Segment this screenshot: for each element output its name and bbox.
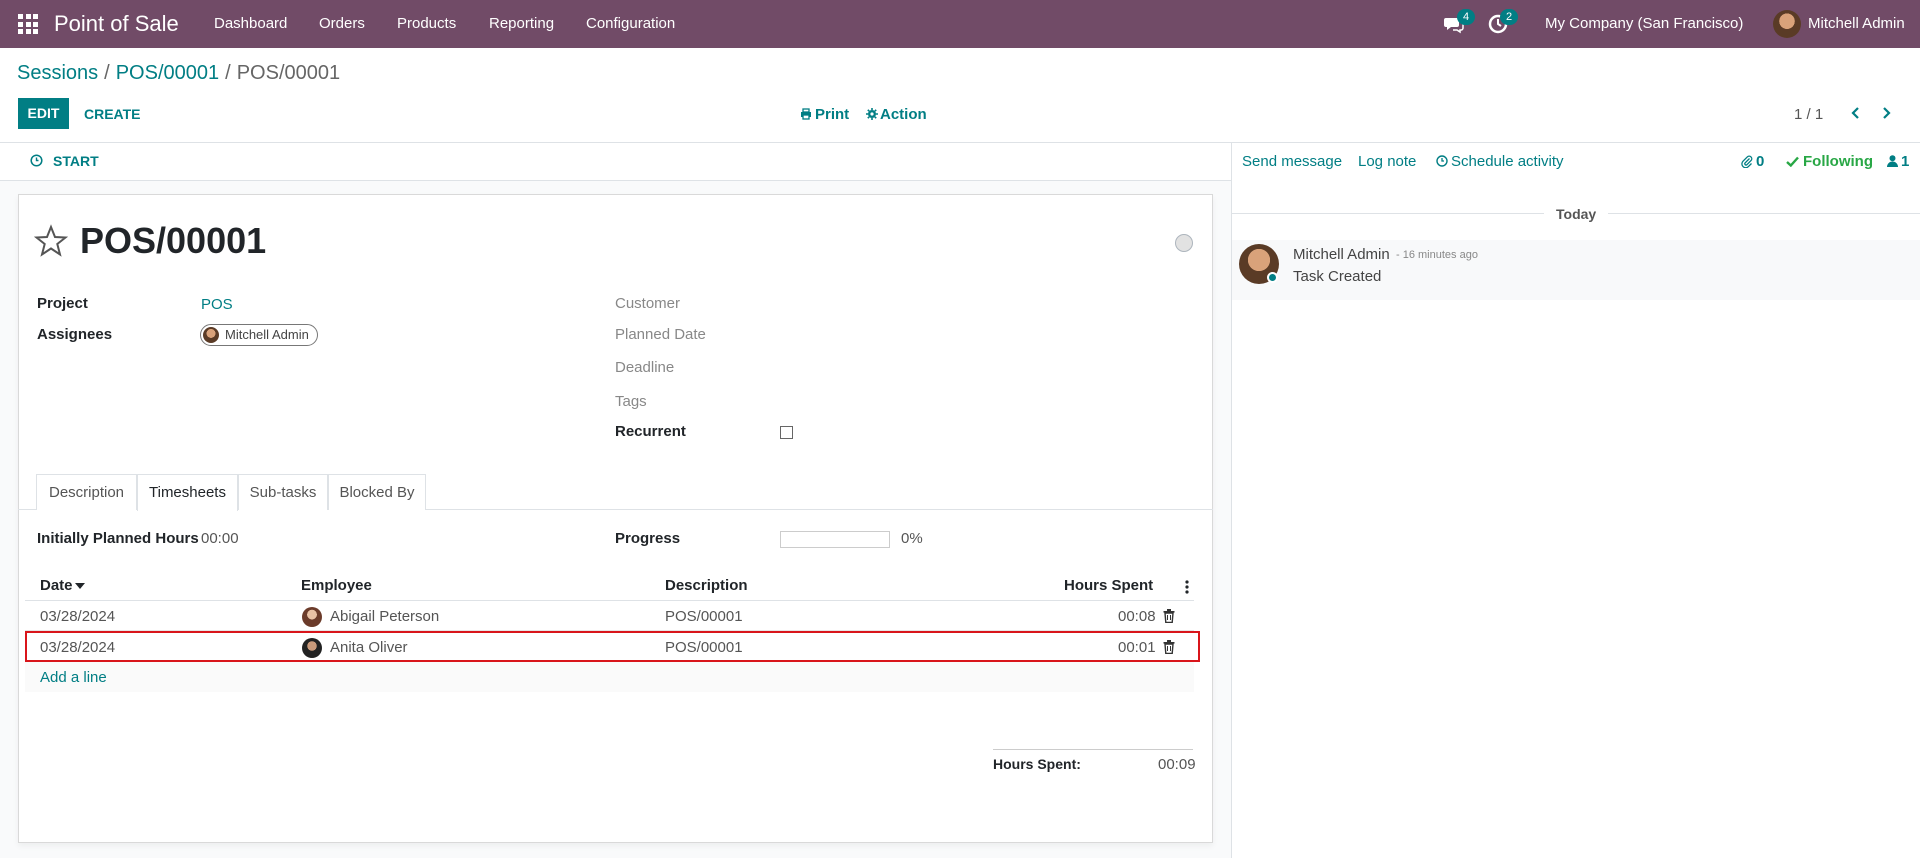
messages-badge: 4: [1457, 9, 1475, 25]
menu-configuration[interactable]: Configuration: [586, 15, 675, 32]
top-navbar: Point of Sale Dashboard Orders Products …: [0, 0, 1920, 48]
project-value[interactable]: POS: [201, 296, 233, 313]
edit-button[interactable]: EDIT: [18, 98, 69, 129]
column-employee[interactable]: Employee: [301, 577, 372, 594]
day-separator: Today: [1556, 206, 1597, 222]
app-name[interactable]: Point of Sale: [54, 11, 179, 37]
deadline-label: Deadline: [615, 359, 675, 376]
avatar: [302, 607, 322, 627]
user-avatar[interactable]: [1773, 10, 1801, 38]
attachments-count[interactable]: 0: [1756, 153, 1764, 170]
assignee-tag[interactable]: Mitchell Admin: [200, 324, 318, 346]
tags-label: Tags: [615, 393, 647, 410]
breadcrumb: Sessions / POS/00001/POS/00001: [17, 62, 340, 85]
user-menu[interactable]: Mitchell Admin: [1808, 15, 1905, 32]
assignees-label: Assignees: [37, 326, 113, 343]
planned-hours-value[interactable]: 00:00: [201, 530, 239, 547]
column-options-icon[interactable]: [1184, 580, 1190, 594]
table-row[interactable]: [25, 601, 1194, 631]
breadcrumb-separator: /: [104, 62, 110, 84]
followers-count[interactable]: 1: [1901, 153, 1909, 170]
divider: [0, 142, 1920, 143]
company-switcher[interactable]: My Company (San Francisco): [1545, 15, 1743, 32]
sort-down-icon: [75, 583, 85, 589]
trash-icon[interactable]: [1163, 609, 1175, 623]
project-label: Project: [37, 295, 88, 312]
row-date[interactable]: 03/28/2024: [40, 608, 115, 625]
clock-icon: [1436, 155, 1448, 167]
breadcrumb-separator: /: [225, 62, 231, 84]
selected-row-highlight: [25, 631, 1200, 662]
pager-value[interactable]: 1 / 1: [1794, 106, 1823, 123]
menu-orders[interactable]: Orders: [319, 15, 365, 32]
add-line-row: [25, 662, 1194, 692]
message-time: - 16 minutes ago: [1396, 249, 1478, 261]
column-hours-spent[interactable]: Hours Spent: [1064, 577, 1153, 594]
menu-dashboard[interactable]: Dashboard: [214, 15, 287, 32]
tab-sub-tasks[interactable]: Sub-tasks: [238, 474, 328, 510]
add-line-link[interactable]: Add a line: [40, 669, 107, 686]
print-button[interactable]: Print: [815, 106, 849, 123]
message-body: Task Created: [1293, 268, 1382, 285]
row-employee[interactable]: Abigail Peterson: [330, 608, 439, 625]
menu-products[interactable]: Products: [397, 15, 456, 32]
paperclip-icon: [1741, 155, 1753, 168]
progress-label: Progress: [615, 530, 681, 547]
star-icon[interactable]: [34, 224, 68, 258]
form-sheet: [18, 194, 1213, 843]
following-button[interactable]: Following: [1803, 153, 1873, 170]
customer-label: Customer: [615, 295, 681, 312]
planned-date-label: Planned Date: [615, 326, 706, 343]
check-icon: [1786, 156, 1799, 167]
clock-icon: [30, 154, 43, 167]
log-note-button[interactable]: Log note: [1358, 153, 1416, 170]
planned-hours-label: Initially Planned Hours: [37, 530, 199, 547]
progress-bar: [780, 531, 890, 548]
menu-reporting[interactable]: Reporting: [489, 15, 554, 32]
assignee-name: Mitchell Admin: [225, 327, 309, 342]
grid-icon[interactable]: [18, 14, 38, 34]
online-status-icon: [1267, 272, 1278, 283]
divider: [993, 749, 1193, 750]
schedule-activity-button[interactable]: Schedule activity: [1451, 153, 1564, 170]
total-hours-value: 00:09: [1158, 756, 1196, 773]
print-icon: [801, 108, 811, 120]
start-timer-button[interactable]: START: [53, 153, 99, 169]
row-hours[interactable]: 00:08: [1118, 608, 1156, 625]
record-title: POS/00001: [80, 220, 267, 261]
recurrent-checkbox[interactable]: [780, 426, 793, 439]
activities-badge: 2: [1500, 9, 1518, 25]
chevron-left-icon[interactable]: [1848, 105, 1864, 121]
breadcrumb-current: POS/00001: [236, 62, 341, 84]
kanban-state-indicator[interactable]: [1175, 234, 1193, 252]
gear-icon: [866, 108, 878, 120]
divider: [1608, 213, 1920, 214]
breadcrumb-sessions[interactable]: Sessions: [17, 62, 98, 84]
chevron-right-icon[interactable]: [1878, 105, 1894, 121]
row-description[interactable]: POS/00001: [665, 608, 743, 625]
send-message-button[interactable]: Send message: [1242, 153, 1342, 170]
divider: [1232, 213, 1544, 214]
tab-blocked-by[interactable]: Blocked By: [328, 474, 426, 510]
column-date-label: Date: [40, 577, 73, 594]
progress-value: 0%: [901, 530, 923, 547]
column-date[interactable]: Date: [40, 577, 73, 594]
tab-timesheets[interactable]: Timesheets: [137, 474, 238, 511]
action-button[interactable]: Action: [880, 106, 927, 123]
breadcrumb-pos-session[interactable]: POS/00001: [116, 62, 219, 84]
avatar: [203, 327, 219, 343]
user-icon: [1887, 155, 1898, 167]
column-description[interactable]: Description: [665, 577, 748, 594]
tab-description[interactable]: Description: [36, 474, 137, 510]
message-author[interactable]: Mitchell Admin: [1293, 246, 1390, 263]
recurrent-label: Recurrent: [615, 423, 686, 440]
create-button[interactable]: CREATE: [84, 106, 141, 122]
total-hours-label: Hours Spent:: [993, 756, 1081, 772]
